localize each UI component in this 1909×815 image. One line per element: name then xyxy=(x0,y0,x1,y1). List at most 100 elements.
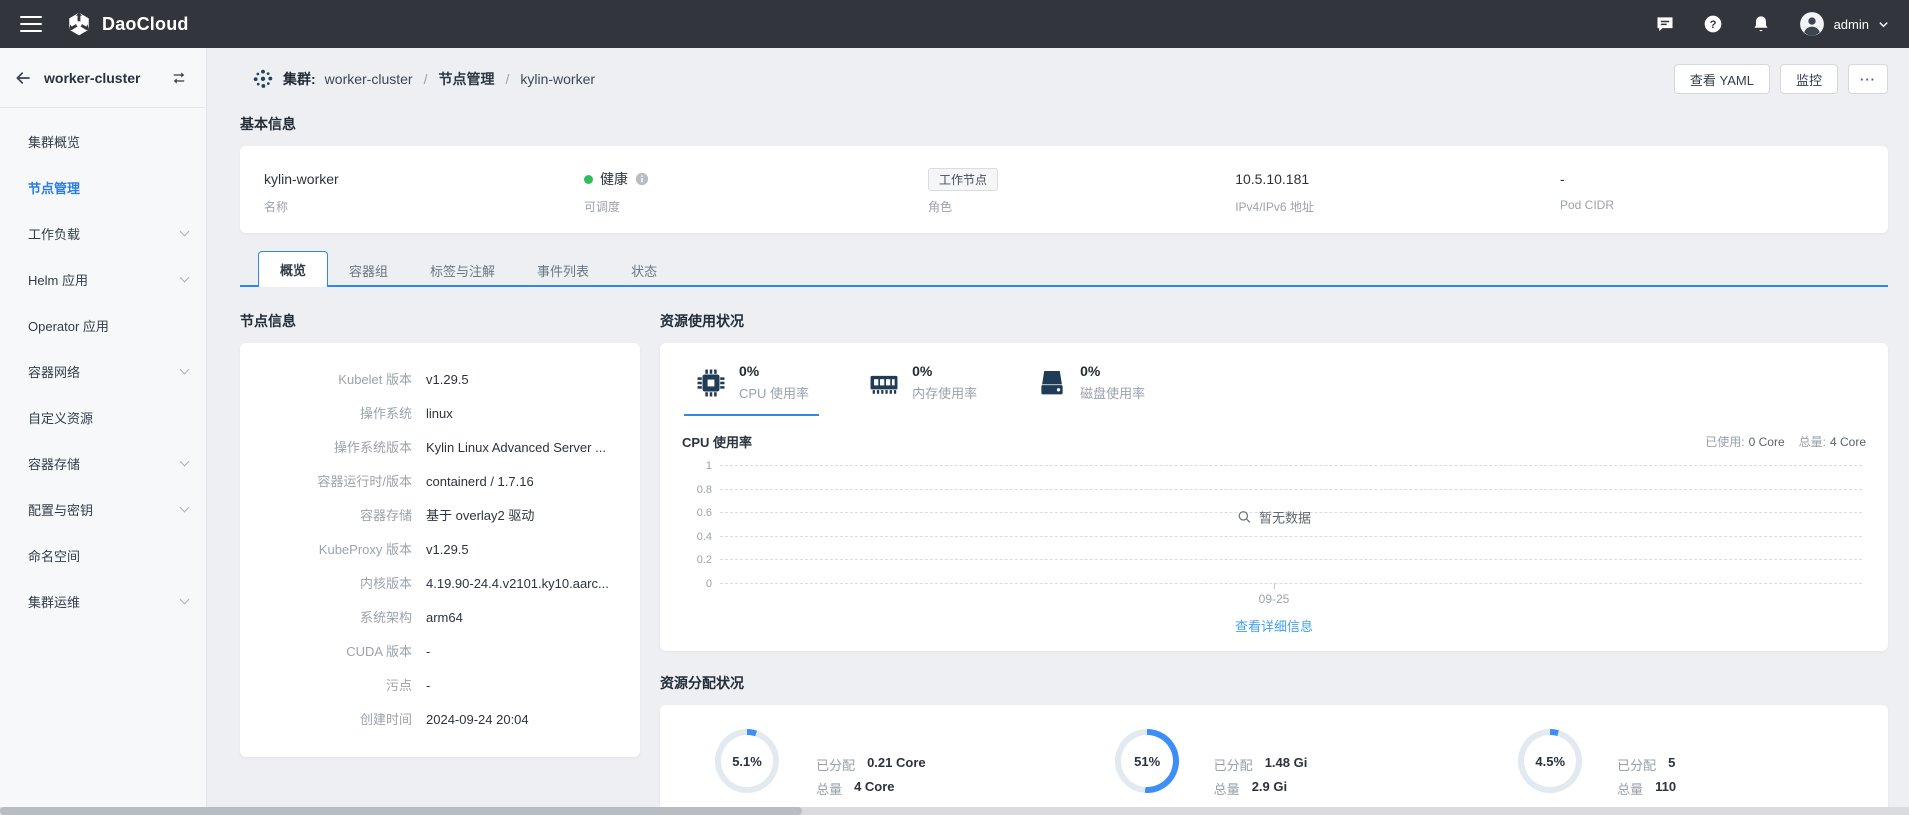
disk-icon xyxy=(1035,366,1069,400)
horizontal-scrollbar[interactable] xyxy=(0,807,1909,815)
magnifier-icon xyxy=(1237,509,1252,524)
usage-chart: 1 0.8 0.6 0.4 0.2 0 暂无数据 xyxy=(682,465,1866,583)
allocation-item-pod: 4.5% Pod 分配率 已分配5 总量110 xyxy=(1475,729,1878,815)
node-info-row: 操作系统linux xyxy=(260,403,620,422)
sidebar-item-config-secrets[interactable]: 配置与密钥 xyxy=(0,486,206,532)
basic-info-card: kylin-worker 名称 健康 可调度 工作节点 角色 xyxy=(240,146,1888,233)
user-menu[interactable]: admin xyxy=(1799,11,1889,37)
brand[interactable]: DaoCloud xyxy=(66,11,189,37)
daocloud-logo-icon xyxy=(66,11,92,37)
view-yaml-button[interactable]: 查看 YAML xyxy=(1674,64,1770,94)
role-field: 工作节点 角色 xyxy=(928,168,1235,215)
node-info-row: 内核版本4.19.90-24.4.v2101.ky10.aarc... xyxy=(260,573,620,592)
node-info-title: 节点信息 xyxy=(240,311,640,331)
sidebar: worker-cluster 集群概览 节点管理 工作负载 Helm 应用 Op… xyxy=(0,48,207,815)
avatar xyxy=(1799,11,1825,37)
usage-chart-title: CPU 使用率 xyxy=(682,432,752,451)
node-info-row: Kubelet 版本v1.29.5 xyxy=(260,369,620,388)
sidebar-item-cluster-ops[interactable]: 集群运维 xyxy=(0,578,206,624)
usage-detail-link[interactable]: 查看详细信息 xyxy=(682,616,1866,635)
node-info-row: KubeProxy 版本v1.29.5 xyxy=(260,539,620,558)
bell-icon[interactable] xyxy=(1751,14,1771,34)
brand-name: DaoCloud xyxy=(102,14,189,35)
horizontal-scrollbar-thumb[interactable] xyxy=(0,807,802,815)
info-icon[interactable] xyxy=(635,172,649,186)
allocation-title: 资源分配状况 xyxy=(660,673,1888,693)
sidebar-item-operator-apps[interactable]: Operator 应用 xyxy=(0,302,206,348)
memory-icon xyxy=(867,366,901,400)
cpu-allocation-donut: 5.1% xyxy=(715,729,779,793)
allocation-card: 5.1% CPU 分配率 已分配0.21 Core 总量4 Core xyxy=(660,705,1888,815)
cluster-dots-icon xyxy=(252,68,274,90)
svg-text:?: ? xyxy=(1709,19,1716,31)
chevron-down-icon xyxy=(180,457,190,467)
tab-overview[interactable]: 概览 xyxy=(258,251,328,287)
help-icon[interactable]: ? xyxy=(1703,14,1723,34)
sidebar-item-helm-apps[interactable]: Helm 应用 xyxy=(0,256,206,302)
pod-allocation-donut: 4.5% xyxy=(1518,729,1582,793)
sidebar-item-custom-resources[interactable]: 自定义资源 xyxy=(0,394,206,440)
schedulable-field: 健康 可调度 xyxy=(584,168,928,215)
health-status-dot xyxy=(584,175,593,184)
sidebar-item-node-management[interactable]: 节点管理 xyxy=(0,164,206,210)
breadcrumb-node: kylin-worker xyxy=(520,71,595,87)
x-axis-tick xyxy=(1274,583,1275,589)
tab-events[interactable]: 事件列表 xyxy=(516,253,610,287)
allocation-item-memory: 51% 内存分配率 已分配1.48 Gi 总量2.9 Gi xyxy=(1073,729,1476,815)
sidebar-item-container-storage[interactable]: 容器存储 xyxy=(0,440,206,486)
usage-card: 0% CPU 使用率 0% 内 xyxy=(660,343,1888,651)
node-info-row: 操作系统版本Kylin Linux Advanced Server ... xyxy=(260,437,620,456)
metric-memory-usage[interactable]: 0% 内存使用率 xyxy=(867,363,977,416)
node-info-row: 创建时间2024-09-24 20:04 xyxy=(260,709,620,728)
sidebar-item-namespaces[interactable]: 命名空间 xyxy=(0,532,206,578)
monitor-button[interactable]: 监控 xyxy=(1780,64,1838,94)
node-info-card: Kubelet 版本v1.29.5 操作系统linux 操作系统版本Kylin … xyxy=(240,343,640,757)
basic-info-title: 基本信息 xyxy=(240,114,1888,134)
cpu-chip-icon xyxy=(694,366,728,400)
node-info-row: 污点- xyxy=(260,675,620,694)
sidebar-item-workloads[interactable]: 工作负载 xyxy=(0,210,206,256)
health-status-value: 健康 xyxy=(600,169,628,189)
sidebar-nav: 集群概览 节点管理 工作负载 Helm 应用 Operator 应用 容器网络 … xyxy=(0,108,206,624)
chevron-down-icon xyxy=(180,503,190,513)
main-content: 集群: worker-cluster / 节点管理 / kylin-worker… xyxy=(207,48,1909,815)
usage-chart-totals: 已使用:0 Core 总量:4 Core xyxy=(1705,433,1866,450)
sidebar-item-container-network[interactable]: 容器网络 xyxy=(0,348,206,394)
tab-labels-annotations[interactable]: 标签与注解 xyxy=(409,253,516,287)
sidebar-item-cluster-overview[interactable]: 集群概览 xyxy=(0,118,206,164)
pod-cidr-field: - Pod CIDR xyxy=(1560,168,1864,215)
metric-disk-usage[interactable]: 0% 磁盘使用率 xyxy=(1035,363,1145,416)
node-name-field: kylin-worker 名称 xyxy=(264,168,584,215)
node-info-row: 容器运行时/版本containerd / 1.7.16 xyxy=(260,471,620,490)
role-tag: 工作节点 xyxy=(928,168,998,191)
chevron-down-icon xyxy=(180,365,190,375)
sidebar-cluster-name: worker-cluster xyxy=(44,70,140,86)
chevron-down-icon xyxy=(180,273,190,283)
chevron-down-icon xyxy=(180,595,190,605)
tab-pods[interactable]: 容器组 xyxy=(328,253,409,287)
chevron-down-icon xyxy=(180,227,190,237)
memory-allocation-donut: 51% xyxy=(1115,729,1179,793)
tab-status[interactable]: 状态 xyxy=(610,253,678,287)
back-icon[interactable] xyxy=(14,69,32,87)
breadcrumb-section[interactable]: 节点管理 xyxy=(438,69,494,89)
ip-value: 10.5.10.181 xyxy=(1235,168,1550,190)
ip-field: 10.5.10.181 IPv4/IPv6 地址 xyxy=(1235,168,1560,215)
metric-cpu-usage[interactable]: 0% CPU 使用率 xyxy=(694,363,809,416)
node-info-row: 容器存储基于 overlay2 驱动 xyxy=(260,505,620,524)
usage-title: 资源使用状况 xyxy=(660,311,1888,331)
switch-cluster-icon[interactable] xyxy=(170,69,188,87)
more-actions-button[interactable]: ··· xyxy=(1848,64,1888,94)
allocation-item-cpu: 5.1% CPU 分配率 已分配0.21 Core 总量4 Core xyxy=(670,729,1073,815)
breadcrumb-cluster[interactable]: worker-cluster xyxy=(325,71,413,87)
sidebar-header: worker-cluster xyxy=(0,48,206,108)
node-name-value: kylin-worker xyxy=(264,168,574,190)
username: admin xyxy=(1834,17,1869,32)
breadcrumb: 集群: worker-cluster / 节点管理 / kylin-worker xyxy=(240,68,595,90)
detail-tabs: 概览 容器组 标签与注解 事件列表 状态 xyxy=(240,251,1888,287)
node-info-row: 系统架构arm64 xyxy=(260,607,620,626)
menu-toggle-icon[interactable] xyxy=(20,16,42,32)
pod-cidr-value: - xyxy=(1560,168,1854,190)
message-icon[interactable] xyxy=(1655,14,1675,34)
node-info-row: CUDA 版本- xyxy=(260,641,620,660)
